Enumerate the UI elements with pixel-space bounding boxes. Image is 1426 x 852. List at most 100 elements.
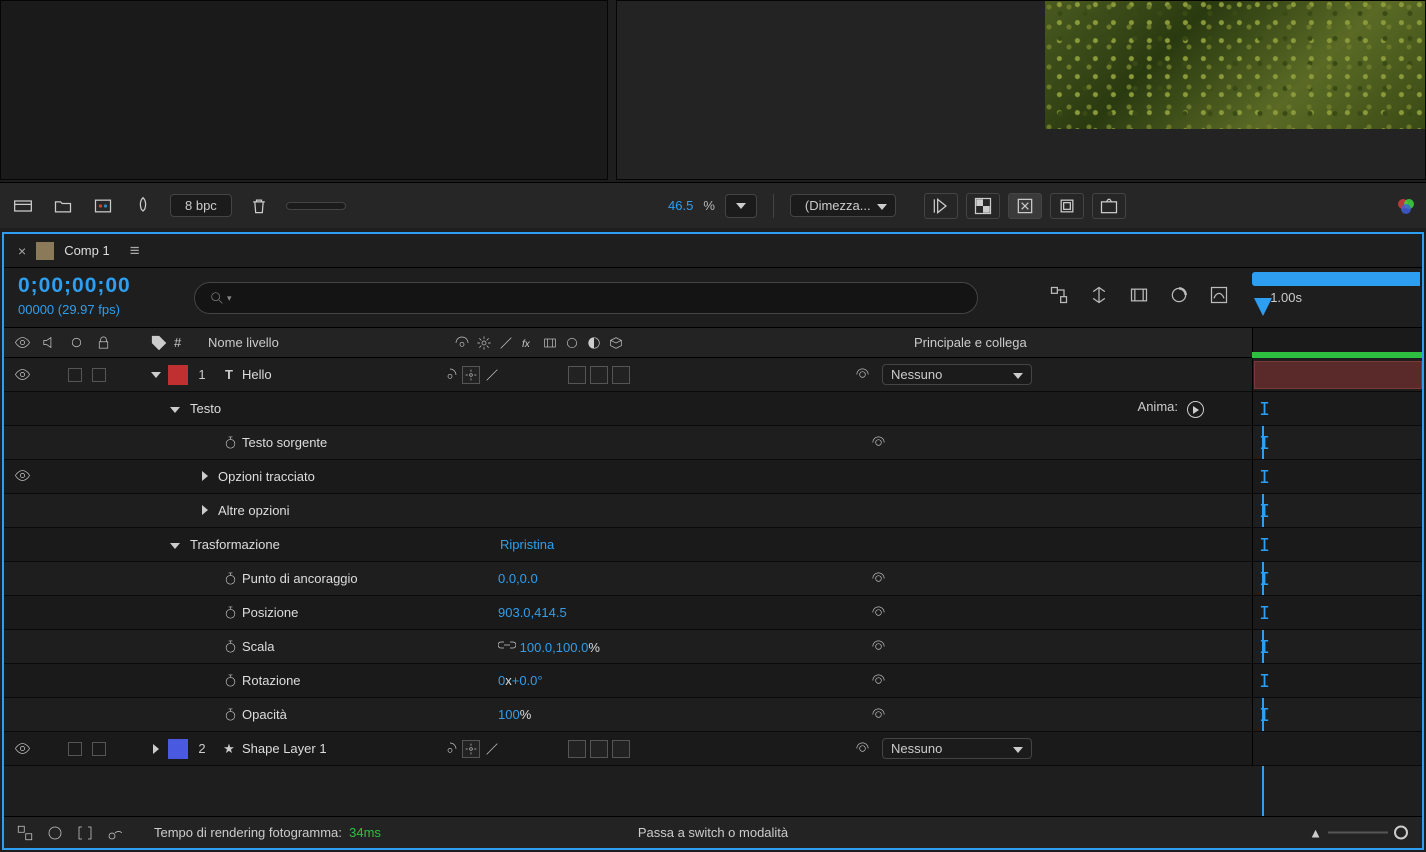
pickwhip-icon[interactable] (854, 366, 871, 383)
composition-icon[interactable] (90, 195, 116, 217)
path-options-row[interactable]: Opzioni tracciato I (4, 460, 1422, 494)
solo-box[interactable] (68, 368, 82, 382)
eye-column-icon[interactable] (14, 334, 31, 351)
comp-tab[interactable]: Comp 1 (64, 243, 110, 258)
composition-mini-flowchart-icon[interactable] (1046, 284, 1072, 306)
frame-fps[interactable]: 00000 (29.97 fps) (18, 302, 120, 317)
3d-switch-icon[interactable] (608, 335, 624, 351)
shy-icon[interactable] (442, 367, 458, 383)
panel-menu-icon[interactable]: ≡ (130, 241, 140, 261)
current-timecode[interactable]: 0;00;00;00 (18, 274, 131, 298)
twirl-icon[interactable] (202, 469, 208, 484)
solo-column-icon[interactable] (68, 334, 85, 351)
collapse-toggle[interactable] (462, 740, 480, 758)
name-column[interactable]: Nome livello (208, 335, 454, 350)
stopwatch-icon[interactable] (223, 571, 238, 586)
switch-box-2[interactable] (590, 740, 608, 758)
switch-box-2[interactable] (590, 366, 608, 384)
switch-box-3[interactable] (612, 740, 630, 758)
opacity-value[interactable]: 100 (498, 707, 520, 722)
switch-box-3[interactable] (612, 366, 630, 384)
transform-group-row[interactable]: Trasformazione Ripristina I (4, 528, 1422, 562)
mask-visibility-icon[interactable] (1008, 193, 1042, 219)
reset-link[interactable]: Ripristina (500, 537, 554, 552)
pickwhip-icon[interactable] (870, 604, 887, 621)
eye-icon[interactable] (14, 467, 31, 484)
parent-dropdown[interactable]: Nessuno (882, 738, 1032, 759)
parent-dropdown[interactable]: Nessuno (882, 364, 1032, 385)
trash-icon[interactable] (246, 195, 272, 217)
pickwhip-icon[interactable] (870, 570, 887, 587)
parent-column[interactable]: Principale e collega (914, 335, 1114, 350)
brackets-icon[interactable] (76, 824, 94, 842)
snapshot-icon[interactable] (1092, 193, 1126, 219)
twirl-icon[interactable] (170, 401, 180, 416)
quality-toggle[interactable] (484, 367, 500, 383)
switch-box-1[interactable] (568, 740, 586, 758)
lock-box[interactable] (92, 742, 106, 756)
shy-switch-icon[interactable] (454, 335, 470, 351)
speaker-column-icon[interactable] (41, 334, 58, 351)
playhead[interactable] (1254, 298, 1272, 316)
label-column-icon[interactable] (150, 334, 168, 352)
solo-box[interactable] (68, 742, 82, 756)
stopwatch-icon[interactable] (223, 673, 238, 688)
toggle-switches-icon[interactable] (16, 824, 34, 842)
more-options-row[interactable]: Altre opzioni I (4, 494, 1422, 528)
graph-editor-icon[interactable] (1206, 284, 1232, 306)
folder-icon[interactable] (50, 195, 76, 217)
project-view-icon[interactable] (10, 195, 36, 217)
eye-icon[interactable] (14, 366, 31, 383)
rotation-degrees[interactable]: +0.0° (512, 673, 543, 688)
zoom-control[interactable]: 46.5 % (668, 198, 715, 213)
shy-icon[interactable] (442, 741, 458, 757)
layer-twirl[interactable] (144, 744, 168, 754)
scale-value[interactable]: 100.0,100.0 (520, 640, 589, 655)
pickwhip-icon[interactable] (870, 434, 887, 451)
layer-twirl[interactable] (144, 372, 168, 378)
stopwatch-icon[interactable] (223, 435, 238, 450)
transparency-grid-icon[interactable] (966, 193, 1000, 219)
lock-column-icon[interactable] (95, 334, 112, 351)
constrain-proportions-icon[interactable] (498, 640, 516, 655)
search-input[interactable]: ▾ (194, 282, 978, 314)
scale-row[interactable]: Scala 100.0,100.0% I (4, 630, 1422, 664)
motion-blur-icon[interactable] (1166, 284, 1192, 306)
close-panel-icon[interactable]: × (18, 243, 26, 259)
adjustment-switch-icon[interactable] (586, 335, 602, 351)
toggle-switches-label[interactable]: Passa a switch o modalità (638, 825, 788, 840)
animate-menu-icon[interactable] (1187, 401, 1204, 418)
quality-dropdown[interactable]: (Dimezza... (790, 194, 896, 217)
channels-icon[interactable] (1394, 194, 1418, 218)
anchor-point-row[interactable]: Punto di ancoraggio 0.0,0.0 I (4, 562, 1422, 596)
stopwatch-icon[interactable] (223, 707, 238, 722)
render-queue-icon[interactable] (106, 824, 124, 842)
empty-field[interactable] (286, 202, 346, 210)
index-column[interactable]: # (174, 335, 208, 350)
lock-box[interactable] (92, 368, 106, 382)
fast-preview-icon[interactable] (924, 193, 958, 219)
bpc-button[interactable]: 8 bpc (170, 194, 232, 217)
layer-row-2[interactable]: 2 ★ Shape Layer 1 Nessuno (4, 732, 1422, 766)
frame-blend-icon[interactable] (1126, 284, 1152, 306)
rocket-icon[interactable] (130, 195, 156, 217)
quality-switch-icon[interactable] (498, 335, 514, 351)
fx-switch-icon[interactable]: fx (520, 335, 536, 351)
position-row[interactable]: Posizione 903.0,414.5 I (4, 596, 1422, 630)
eye-icon[interactable] (14, 740, 31, 757)
layer-color-swatch[interactable] (168, 365, 188, 385)
zoom-value[interactable]: 46.5 (668, 198, 693, 213)
timeline-zoom-slider[interactable]: ▲ (1309, 825, 1408, 840)
twirl-icon[interactable] (202, 503, 208, 518)
toggle-modes-icon[interactable] (46, 824, 64, 842)
frame-blend-switch-icon[interactable] (542, 335, 558, 351)
rotation-row[interactable]: Rotazione 0x+0.0° I (4, 664, 1422, 698)
pickwhip-icon[interactable] (854, 740, 871, 757)
twirl-icon[interactable] (170, 537, 180, 552)
draft-3d-icon[interactable] (1086, 284, 1112, 306)
layer-bar[interactable] (1254, 361, 1422, 389)
zoom-dropdown[interactable] (725, 194, 757, 218)
layer-row-1[interactable]: 1 T Hello Nessuno (4, 358, 1422, 392)
source-text-row[interactable]: Testo sorgente I (4, 426, 1422, 460)
opacity-row[interactable]: Opacità 100% I (4, 698, 1422, 732)
